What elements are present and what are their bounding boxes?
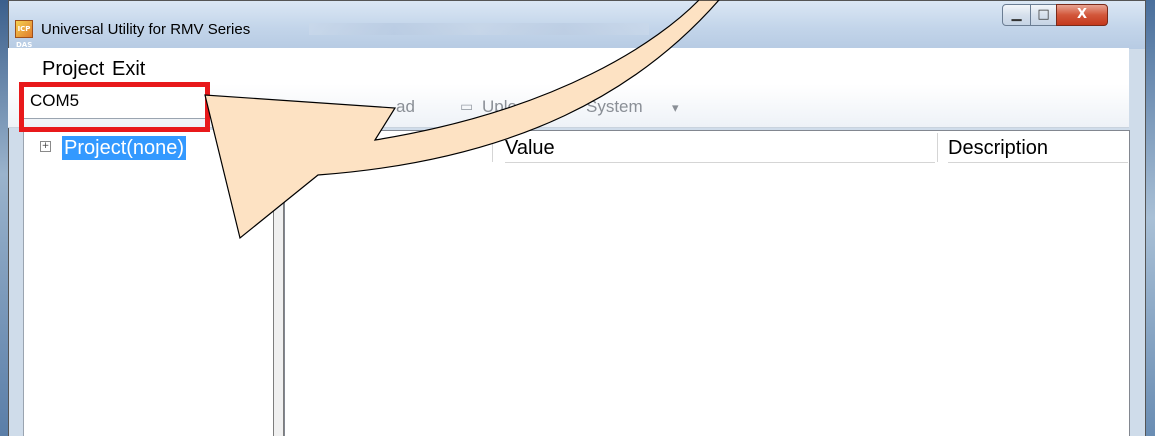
maximize-button[interactable]: □ xyxy=(1030,4,1057,26)
upload-button[interactable]: Upload xyxy=(482,97,536,117)
desktop-background-left xyxy=(0,0,8,436)
tree-node-project[interactable]: Project(none) xyxy=(62,136,187,160)
upload-icon: ▭ xyxy=(460,98,474,114)
column-header-value[interactable]: Value xyxy=(505,133,935,163)
column-separator[interactable] xyxy=(937,133,938,162)
tree-expand-icon[interactable]: + xyxy=(40,141,51,152)
column-header-description[interactable]: Description xyxy=(948,133,1128,163)
minimize-button[interactable]: ▁ xyxy=(1002,4,1031,26)
title-bar[interactable]: ICP DAS Universal Utility for RMV Series… xyxy=(9,1,1145,49)
panel-splitter[interactable] xyxy=(273,130,284,436)
properties-list-panel xyxy=(284,130,1130,436)
title-bar-blurred-area xyxy=(309,23,649,35)
close-button[interactable]: X xyxy=(1056,4,1108,26)
download-button[interactable]: ad xyxy=(396,97,415,117)
minimize-icon: ▁ xyxy=(1011,7,1022,22)
maximize-icon: □ xyxy=(1037,7,1050,22)
chevron-down-icon[interactable]: ▾ xyxy=(672,100,679,116)
menu-project[interactable]: Project xyxy=(42,58,104,81)
close-icon: X xyxy=(1076,7,1088,22)
window-title: Universal Utility for RMV Series xyxy=(41,21,251,38)
menu-bar xyxy=(8,48,1129,84)
port-select[interactable]: COM5 xyxy=(23,85,206,119)
column-separator[interactable] xyxy=(492,133,493,162)
menu-exit[interactable]: Exit xyxy=(112,58,145,81)
desktop-background-right xyxy=(1146,0,1155,436)
project-tree-panel xyxy=(23,130,274,436)
app-logo-icon: ICP DAS xyxy=(15,20,33,49)
star-icon: ★ xyxy=(564,98,577,114)
system-button[interactable]: System xyxy=(586,97,643,117)
